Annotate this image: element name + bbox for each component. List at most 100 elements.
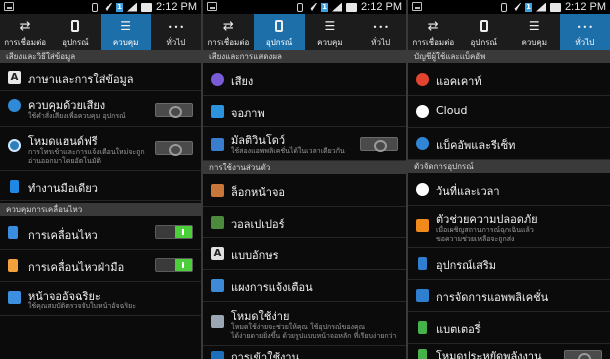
list-item-voice-control[interactable]: ควบคุมด้วยเสียง ใช้คำสั่งเสียงเพื่อควบคุ…: [0, 91, 201, 127]
phone-icon: [479, 20, 488, 32]
list-item-language-input[interactable]: A ภาษาและการใส่ข้อมูล: [0, 63, 201, 91]
backup-icon: [416, 137, 429, 150]
list-item-sound[interactable]: เสียง: [203, 63, 406, 96]
font-icon: A: [211, 247, 224, 260]
list-item-multi-window[interactable]: มัลติวินโดว์ ใช้สองแอพพลิเคชั่นได้ในเวลา…: [203, 127, 406, 161]
battery-icon: [550, 2, 562, 12]
item-title: จอภาพ: [231, 107, 265, 120]
tab-device[interactable]: อุปกรณ์: [459, 14, 510, 50]
tab-controls[interactable]: ควบคุม: [100, 14, 151, 50]
tab-connections[interactable]: การเชื่อมต่อ: [203, 14, 254, 50]
voice-control-toggle[interactable]: [155, 103, 193, 118]
tab-controls[interactable]: ควบคุม: [509, 14, 560, 50]
more-icon: [577, 19, 593, 33]
tab-general[interactable]: ทั่วไป: [151, 14, 201, 50]
palm-motion-toggle[interactable]: [155, 258, 193, 272]
screenshot-icon: [207, 2, 217, 11]
status-bar: 1 2:12 PM: [0, 0, 201, 14]
safety-icon: [416, 219, 429, 232]
sound-icon: [211, 73, 224, 86]
clock: 2:12 PM: [361, 1, 402, 13]
tab-label: ควบคุม: [112, 38, 139, 47]
status-bar: 1 2:12 PM: [408, 0, 610, 14]
smart-screen-icon: [8, 291, 21, 304]
list-item-palm-motion[interactable]: การเคลื่อนไหวฝ่ามือ: [0, 250, 201, 282]
item-title: ทำงานมือเดียว: [28, 182, 98, 195]
tab-bar: การเชื่อมต่อ อุปกรณ์ ควบคุม ทั่วไป: [0, 14, 201, 50]
section-header-device-manager: ตัวจัดการอุปกรณ์: [408, 160, 610, 173]
hands-free-toggle[interactable]: [155, 141, 193, 156]
section-header-sound-display: เสียงและการแสดงผล: [203, 50, 406, 63]
cloud-icon: [416, 105, 429, 118]
multi-window-icon: [211, 138, 224, 151]
bluetooth-icon: [92, 2, 99, 12]
list-item-battery[interactable]: แบตเตอรี่: [408, 312, 610, 344]
item-subtitle: การโทรเข้าและการแจ้งเตือนใหม่จะถูก: [28, 148, 145, 156]
battery-icon: [141, 2, 153, 12]
more-icon: [373, 19, 389, 33]
multi-window-toggle[interactable]: [360, 137, 398, 152]
tab-label: ควบคุม: [521, 38, 548, 47]
list-item-safety-assistance[interactable]: ตัวช่วยความปลอดภัย เมื่อเผชิญสถานการณ์ฉุ…: [408, 206, 610, 248]
list-item-lock-screen[interactable]: ล็อกหน้าจอ: [203, 174, 406, 207]
tab-connections[interactable]: การเชื่อมต่อ: [0, 14, 50, 50]
item-title: ภาษาและการใส่ข้อมูล: [28, 73, 134, 86]
tab-general[interactable]: ทั่วไป: [559, 14, 610, 50]
sync-icon: [17, 19, 33, 33]
item-title: การเข้าใช้งาน: [231, 351, 300, 359]
list-item-easy-mode[interactable]: โหมดใช้ง่าย โหมดใช้ง่ายจะช่วยให้คุณ ใช้อ…: [203, 302, 406, 346]
list-item-font[interactable]: A แบบอักษร: [203, 238, 406, 270]
accessibility-icon: [211, 351, 224, 359]
battery-icon: [418, 321, 427, 334]
tab-label: อุปกรณ์: [265, 38, 293, 47]
list-item-notification-panel[interactable]: แผงการแจ้งเตือน: [203, 270, 406, 302]
item-subtitle: ใช้คุณสมบัติตรวจจับใบหน้าอัจฉริยะ: [28, 302, 136, 310]
list-item-accessories[interactable]: อุปกรณ์เสริม: [408, 248, 610, 280]
wifi-icon: [511, 3, 522, 11]
tab-controls[interactable]: ควบคุม: [305, 14, 356, 50]
list-item-date-time[interactable]: วันที่และเวลา: [408, 173, 610, 206]
list-item-wallpaper[interactable]: วอลเปเปอร์: [203, 207, 406, 238]
sync-icon: [425, 19, 441, 33]
item-title: แบบอักษร: [231, 249, 279, 262]
list-item-one-handed[interactable]: ทำงานมือเดียว: [0, 171, 201, 201]
screenshot-icon: [412, 2, 422, 11]
list-item-application-manager[interactable]: การจัดการแอพพลิเคชั่น: [408, 280, 610, 312]
list-item-hands-free[interactable]: โหมดแฮนด์ฟรี การโทรเข้าและการแจ้งเตือนให…: [0, 127, 201, 171]
tab-label: อุปกรณ์: [62, 38, 89, 47]
tab-label: ทั่วไป: [575, 38, 595, 47]
tab-device[interactable]: อุปกรณ์: [50, 14, 100, 50]
tab-device[interactable]: อุปกรณ์: [253, 14, 305, 50]
item-title: การจัดการแอพพลิเคชั่น: [436, 291, 549, 304]
list-item-motion[interactable]: การเคลื่อนไหว: [0, 216, 201, 250]
notification-panel-icon: [211, 279, 224, 292]
list-item-accounts[interactable]: แอคเคาท์: [408, 63, 610, 96]
list-item-accessibility[interactable]: การเข้าใช้งาน: [203, 346, 406, 359]
item-subtitle: ได้ง่ายดายยิ่งขึ้น ด้วยรูปแบบหน้าจอหลัก …: [231, 332, 397, 340]
item-subtitle: โหมดใช้ง่ายจะช่วยให้คุณ ใช้อุปกรณ์ของคุณ: [231, 323, 366, 331]
tab-general[interactable]: ทั่วไป: [355, 14, 406, 50]
tab-label: การเชื่อมต่อ: [4, 38, 47, 47]
list-item-smart-screen[interactable]: หน้าจออัจฉริยะ ใช้คุณสมบัติตรวจจับใบหน้า…: [0, 282, 201, 316]
item-title: วอลเปเปอร์: [231, 218, 285, 231]
tab-connections[interactable]: การเชื่อมต่อ: [408, 14, 459, 50]
settings-panel-device: 1 2:12 PM การเชื่อมต่อ อุปกรณ์ ควบคุม ทั…: [203, 0, 406, 359]
list-item-cloud[interactable]: Cloud: [408, 96, 610, 128]
bluetooth-icon: [297, 2, 304, 12]
list-item-backup-reset[interactable]: แบ็คอัพและรีเซ็ท: [408, 128, 610, 160]
status-bar: 1 2:12 PM: [203, 0, 406, 14]
list-item-power-saving[interactable]: โหมดประหยัดพลังงาน: [408, 344, 610, 359]
motion-toggle[interactable]: [155, 225, 193, 239]
item-title: การเคลื่อนไหว: [28, 229, 98, 242]
tab-bar: การเชื่อมต่อ อุปกรณ์ ควบคุม ทั่วไป: [408, 14, 610, 50]
easy-mode-icon: [211, 315, 224, 328]
list-item-display[interactable]: จอภาพ: [203, 96, 406, 127]
item-subtitle: เมื่อเผชิญสถานการณ์ฉุกเฉินแล้ว: [436, 226, 534, 234]
palm-icon: [8, 259, 18, 272]
clock: 2:12 PM: [565, 1, 606, 13]
item-title: แบตเตอรี่: [436, 323, 481, 336]
item-subtitle: ใช้คำสั่งเสียงเพื่อควบคุม อุปกรณ์: [28, 112, 126, 120]
power-saving-toggle[interactable]: [564, 350, 602, 359]
section-header-personalization: การใช้งานส่วนตัว: [203, 161, 406, 174]
section-header-input: เสียงและวิธีใส่ข้อมูล: [0, 50, 201, 63]
